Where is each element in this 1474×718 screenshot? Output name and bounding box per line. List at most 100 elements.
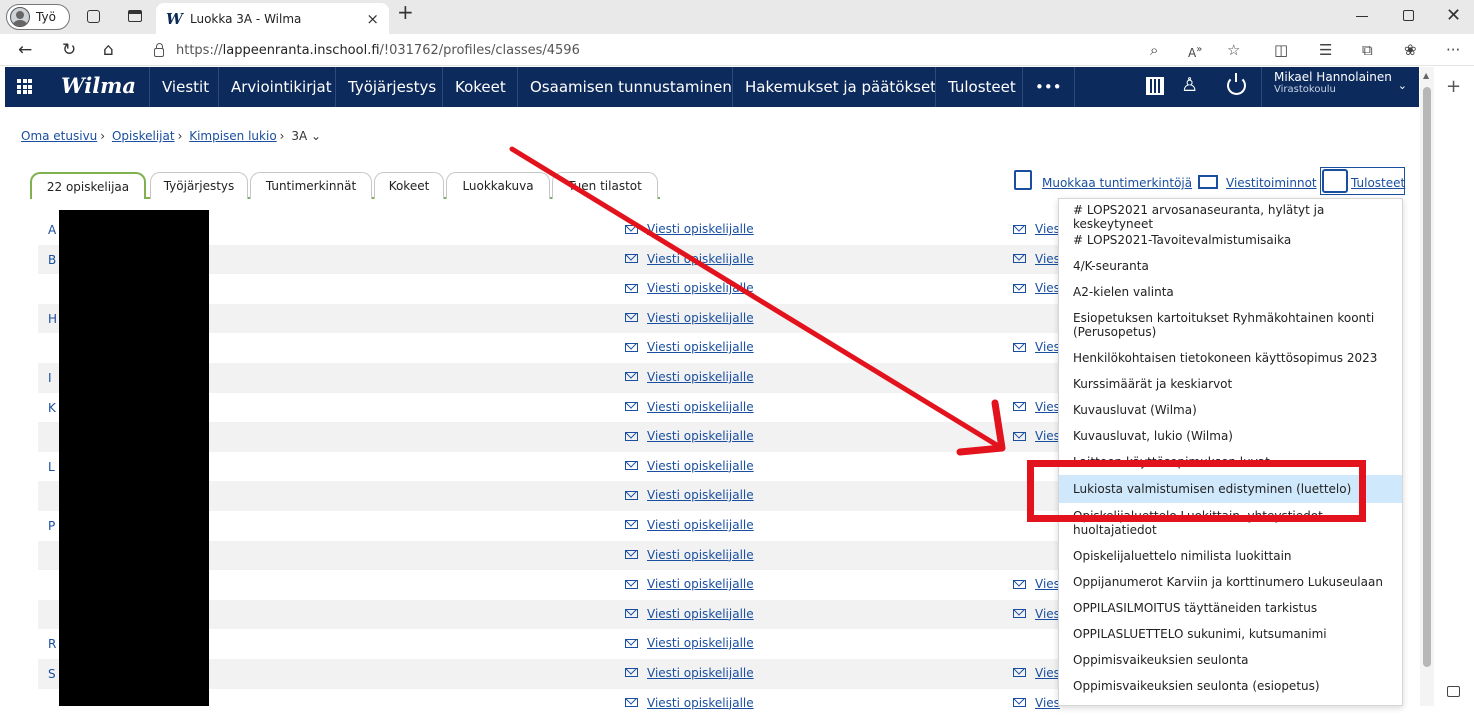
print-menu-item[interactable]: Tuen tilastot (1059, 699, 1402, 706)
message-guardian-label[interactable]: Vies (1035, 696, 1060, 710)
back-icon[interactable]: ← (18, 40, 32, 60)
message-student-link[interactable]: Viesti opiskelijalle (625, 666, 754, 680)
message-student-label[interactable]: Viesti opiskelijalle (647, 696, 754, 710)
profile-button[interactable]: Työ (6, 4, 70, 30)
url-field[interactable]: https://lappeenranta.inschool.fi/!031762… (140, 38, 1250, 62)
favorites-icon[interactable]: ☰ (1319, 40, 1332, 60)
message-student-label[interactable]: Viesti opiskelijalle (647, 281, 754, 295)
sidebar-add-icon[interactable]: + (1446, 76, 1461, 97)
nav-hakemukset[interactable]: Hakemukset ja päätökset (732, 67, 948, 107)
message-guardian-link[interactable]: Vies (1013, 696, 1060, 710)
message-guardian-link[interactable]: Vies (1013, 340, 1060, 354)
browser-tab-active[interactable]: W Luokka 3A - Wilma × (156, 3, 389, 34)
printer-icon[interactable] (1322, 169, 1348, 193)
breadcrumb-home[interactable]: Oma etusivu (21, 129, 97, 143)
message-student-label[interactable]: Viesti opiskelijalle (647, 429, 754, 443)
message-guardian-label[interactable]: Vies (1035, 222, 1060, 236)
message-guardian-link[interactable]: Vies (1013, 222, 1060, 236)
tab-actions-icon[interactable] (128, 10, 142, 22)
message-guardian-link[interactable]: Vies (1013, 429, 1060, 443)
student-initial[interactable]: S (48, 667, 56, 681)
breadcrumb-school[interactable]: Kimpisen lukio (189, 129, 276, 143)
print-menu-item[interactable]: OPPILASILMOITUS täyttäneiden tarkistus (1059, 595, 1402, 621)
print-menu-item[interactable]: OPPILASLUETTELO sukunimi, kutsumanimi (1059, 621, 1402, 647)
student-initial[interactable]: H (48, 312, 57, 326)
print-menu-item[interactable]: Kuvausluvat (Wilma) (1059, 397, 1402, 423)
message-student-label[interactable]: Viesti opiskelijalle (647, 666, 754, 680)
print-menu-item[interactable]: Kuvausluvat, lukio (Wilma) (1059, 423, 1402, 449)
tab-timetable[interactable]: Työjärjestys (150, 172, 248, 199)
edit-attendance-label[interactable]: Muokkaa tuntimerkintöjä (1042, 176, 1192, 190)
student-initial[interactable]: R (48, 637, 56, 651)
message-student-label[interactable]: Viesti opiskelijalle (647, 577, 754, 591)
message-student-label[interactable]: Viesti opiskelijalle (647, 370, 754, 384)
message-student-link[interactable]: Viesti opiskelijalle (625, 370, 754, 384)
message-guardian-label[interactable]: Vies (1035, 340, 1060, 354)
tab-attendance[interactable]: Tuntimerkinnät (250, 172, 372, 199)
print-link[interactable]: Tulosteet (1351, 170, 1405, 196)
student-initial[interactable]: B (48, 253, 56, 267)
message-guardian-link[interactable]: Vies (1013, 577, 1060, 591)
message-guardian-link[interactable]: Vies (1013, 607, 1060, 621)
mail-icon[interactable] (1198, 175, 1218, 189)
page-scrollbar[interactable]: ▲ (1420, 67, 1434, 706)
message-student-link[interactable]: Viesti opiskelijalle (625, 252, 754, 266)
sidebar-toggle-icon[interactable] (1447, 686, 1460, 697)
message-student-label[interactable]: Viesti opiskelijalle (647, 607, 754, 621)
apps-grid-icon[interactable] (17, 79, 32, 94)
refresh-icon[interactable]: ↻ (62, 40, 76, 60)
message-student-link[interactable]: Viesti opiskelijalle (625, 311, 754, 325)
collections-icon[interactable]: ⧉ (1362, 40, 1373, 60)
nav-tulosteet[interactable]: Tulosteet (935, 67, 1028, 107)
message-guardian-label[interactable]: Vies (1035, 281, 1060, 295)
print-menu-item[interactable]: Kurssimäärät ja keskiarvot (1059, 371, 1402, 397)
read-aloud-icon[interactable]: A» (1188, 40, 1202, 63)
role-switch-icon[interactable]: ♙ (1181, 74, 1198, 96)
chevron-down-icon[interactable]: ⌄ (311, 129, 321, 143)
message-guardian-label[interactable]: Vies (1035, 429, 1060, 443)
new-tab-icon[interactable]: + (397, 4, 413, 20)
print-menu-item[interactable]: Oppimisvaikeuksien seulonta (esiopetus) (1059, 673, 1402, 699)
message-guardian-label[interactable]: Vies (1035, 577, 1060, 591)
print-menu-item[interactable]: Oppimisvaikeuksien seulonta (1059, 647, 1402, 673)
student-initial[interactable]: A (48, 223, 56, 237)
message-guardian-link[interactable]: Vies (1013, 252, 1060, 266)
message-student-link[interactable]: Viesti opiskelijalle (625, 636, 754, 650)
message-student-link[interactable]: Viesti opiskelijalle (625, 222, 754, 236)
message-student-label[interactable]: Viesti opiskelijalle (647, 311, 754, 325)
favorite-star-icon[interactable]: ☆ (1227, 40, 1240, 60)
qr-code-icon[interactable] (1146, 77, 1164, 95)
student-initial[interactable]: P (48, 519, 55, 533)
window-close-icon[interactable]: ✕ (1446, 5, 1461, 26)
edit-attendance-link[interactable]: Muokkaa tuntimerkintöjä (1042, 170, 1192, 196)
message-student-link[interactable]: Viesti opiskelijalle (625, 607, 754, 621)
tab-support-stats[interactable]: Tuen tilastot (552, 172, 658, 199)
workspaces-icon[interactable] (87, 10, 100, 23)
breadcrumb-current[interactable]: 3A (291, 129, 307, 143)
message-guardian-link[interactable]: Vies (1013, 281, 1060, 295)
message-guardian-label[interactable]: Vies (1035, 400, 1060, 414)
zoom-icon[interactable]: ⌕ (1150, 40, 1158, 60)
breadcrumb-students[interactable]: Opiskelijat (112, 129, 175, 143)
scroll-up-icon[interactable]: ▲ (1423, 71, 1429, 80)
print-menu-item[interactable]: Esiopetuksen kartoitukset Ryhmäkohtainen… (1059, 305, 1402, 345)
nav-osaamisen-tunnustaminen[interactable]: Osaamisen tunnustaminen (517, 67, 744, 107)
message-student-link[interactable]: Viesti opiskelijalle (625, 281, 754, 295)
message-student-label[interactable]: Viesti opiskelijalle (647, 548, 754, 562)
print-menu-item[interactable]: 4/K-seuranta (1059, 253, 1402, 279)
print-label[interactable]: Tulosteet (1351, 176, 1405, 190)
message-student-label[interactable]: Viesti opiskelijalle (647, 459, 754, 473)
message-student-label[interactable]: Viesti opiskelijalle (647, 400, 754, 414)
more-icon[interactable]: ··· (1446, 40, 1460, 60)
minimize-icon[interactable] (1356, 16, 1368, 17)
scrollbar-thumb[interactable] (1423, 87, 1431, 667)
message-guardian-label[interactable]: Vies (1035, 252, 1060, 266)
message-student-label[interactable]: Viesti opiskelijalle (647, 340, 754, 354)
student-initial[interactable]: K (48, 401, 56, 415)
message-student-link[interactable]: Viesti opiskelijalle (625, 459, 754, 473)
logout-power-icon[interactable] (1227, 76, 1246, 95)
message-student-label[interactable]: Viesti opiskelijalle (647, 252, 754, 266)
message-actions-link[interactable]: Viestitoiminnot (1226, 170, 1317, 196)
message-guardian-label[interactable]: Vies (1035, 607, 1060, 621)
student-initial[interactable]: I (48, 371, 52, 385)
